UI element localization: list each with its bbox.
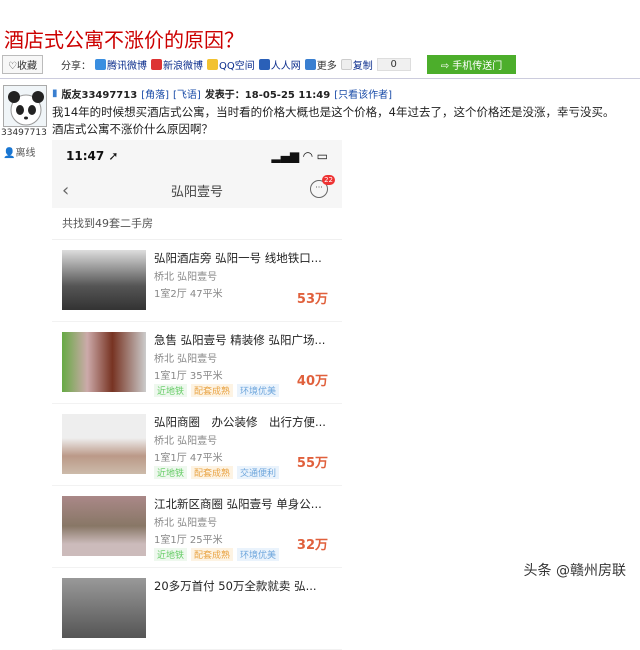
listing-price: 55万 xyxy=(296,456,328,471)
listing-item[interactable]: 江北新区商圈 弘阳壹号 单身公... 桥北 弘阳壹号 1室1厅 25平米 近地铁… xyxy=(52,486,342,568)
listing-location: 桥北 弘阳壹号 xyxy=(154,272,218,283)
mobile-send-button[interactable]: ⇨ 手机传送门 xyxy=(426,54,517,74)
toolbar: ♡收藏 分享： 腾讯微博 新浪微博 QQ空间 人人网 更多 复制 0 ⇨ 手机传… xyxy=(2,54,640,74)
listing-photo xyxy=(62,578,146,638)
share-sina-weibo[interactable]: 新浪微博 xyxy=(150,57,203,72)
feature-tag: 配套成熟 xyxy=(191,548,234,561)
status-time: 11:47 ➚ xyxy=(66,149,119,163)
listing-location: 桥北 弘阳壹号 xyxy=(154,436,218,447)
feature-tag: 交通便利 xyxy=(237,466,280,479)
listing-location: 桥北 弘阳壹号 xyxy=(154,354,218,365)
share-text: 腾讯微博 xyxy=(106,60,147,72)
listing-photo xyxy=(62,332,146,392)
feature-tag: 配套成熟 xyxy=(191,466,234,479)
qzone-star-icon xyxy=(206,58,218,70)
plus-icon xyxy=(304,58,316,70)
listing-info: 弘阳商圈 办公装修 出行方便... 桥北 弘阳壹号 1室1厅 47平米 近地铁配… xyxy=(154,414,334,485)
share-renren[interactable]: 人人网 xyxy=(258,57,301,72)
listing-info: 弘阳酒店旁 弘阳一号 线地铁口... 桥北 弘阳壹号 1室2厅 47平米 53万 xyxy=(154,250,334,321)
renren-icon xyxy=(258,58,270,70)
share-text: 人人网 xyxy=(270,60,301,72)
mobile-icon: ▮ xyxy=(52,88,58,99)
favorite-button[interactable]: ♡收藏 xyxy=(2,54,43,74)
listing-title: 急售 弘阳壹号 精装修 弘阳广场... xyxy=(154,333,326,347)
only-author-link[interactable]: [只看该作者] xyxy=(334,86,392,101)
listing-info: 急售 弘阳壹号 精装修 弘阳广场... 桥北 弘阳壹号 1室1厅 35平米 近地… xyxy=(154,332,334,403)
share-more[interactable]: 更多 xyxy=(304,57,337,72)
feature-tag: 配套成熟 xyxy=(191,384,234,397)
share-text: 新浪微博 xyxy=(162,60,203,72)
author-name[interactable]: 版友33497713 xyxy=(62,86,138,101)
back-chevron-icon[interactable]: ‹ xyxy=(62,180,69,201)
listing-photo xyxy=(62,250,146,310)
listing-item[interactable]: 20多万首付 50万全款就卖 弘... xyxy=(52,568,342,650)
message-badge: 22 xyxy=(322,175,335,185)
listing-item[interactable]: 弘阳酒店旁 弘阳一号 线地铁口... 桥北 弘阳壹号 1室2厅 47平米 53万 xyxy=(52,240,342,322)
copy-icon xyxy=(340,58,352,70)
feature-tag: 环境优美 xyxy=(237,548,280,561)
mobile-label: 手机传送门 xyxy=(452,60,503,72)
listing-price: 40万 xyxy=(296,374,328,389)
panda-avatar-icon xyxy=(8,91,44,126)
listing-info: 江北新区商圈 弘阳壹号 单身公... 桥北 弘阳壹号 1室1厅 25平米 近地铁… xyxy=(154,496,334,567)
listing-title: 弘阳酒店旁 弘阳一号 线地铁口... xyxy=(154,251,322,265)
user-status: 👤离线 xyxy=(3,148,36,159)
status-text: 离线 xyxy=(15,148,36,159)
post-text-line1: 我14年的时候想买酒店式公寓，当时看的价格大概也是这个价格，4年过去了，这个价格… xyxy=(52,105,615,119)
message-icon[interactable]: ··· 22 xyxy=(310,175,335,198)
listing-info: 20多万首付 50万全款就卖 弘... xyxy=(154,578,334,649)
post-time: 发表于：18-05-25 11:49 xyxy=(204,90,331,101)
share-text: 更多 xyxy=(316,60,337,72)
post-header: ▮ 版友33497713 [角落] [飞语] 发表于：18-05-25 11:4… xyxy=(52,86,392,101)
copy-label: 复制 xyxy=(352,60,373,72)
feature-tag: 近地铁 xyxy=(154,548,188,561)
share-tencent-weibo[interactable]: 腾讯微博 xyxy=(94,57,147,72)
listing-photo xyxy=(62,414,146,474)
user-id[interactable]: 33497713 xyxy=(1,128,47,138)
share-qzone[interactable]: QQ空间 xyxy=(206,57,255,72)
feature-tag: 环境优美 xyxy=(237,384,280,397)
listing-item[interactable]: 急售 弘阳壹号 精装修 弘阳广场... 桥北 弘阳壹号 1室1厅 35平米 近地… xyxy=(52,322,342,404)
time-text: 11:47 xyxy=(66,149,105,163)
tag-corner-link[interactable]: [角落] xyxy=(141,86,169,101)
nav-bar: ‹ 弘阳壹号 ··· 22 xyxy=(52,172,342,208)
page-title: 酒店式公寓不涨价的原因？ xyxy=(4,28,244,52)
result-count: 共找到49套二手房 xyxy=(52,208,342,240)
tag-feiyu-link[interactable]: [飞语] xyxy=(173,86,201,101)
signal-wifi-battery-icon: ▂▄▆ ◠ ▭ xyxy=(271,149,328,163)
listing-price: 53万 xyxy=(296,292,328,307)
listing-title: 江北新区商圈 弘阳壹号 单身公... xyxy=(154,497,322,511)
listing-item[interactable]: 弘阳商圈 办公装修 出行方便... 桥北 弘阳壹号 1室1厅 47平米 近地铁配… xyxy=(52,404,342,486)
watermark: 头条 @赣州房联 xyxy=(523,563,626,579)
tencent-weibo-icon xyxy=(94,58,106,70)
feature-tag: 近地铁 xyxy=(154,466,188,479)
listing-title: 20多万首付 50万全款就卖 弘... xyxy=(154,579,317,593)
sina-weibo-icon xyxy=(150,58,162,70)
feature-tag: 近地铁 xyxy=(154,384,188,397)
phone-screenshot: 11:47 ➚ ▂▄▆ ◠ ▭ ‹ 弘阳壹号 ··· 22 共找到49套二手房 弘阳… xyxy=(52,140,342,650)
status-bar: 11:47 ➚ ▂▄▆ ◠ ▭ xyxy=(52,140,342,172)
share-text: QQ空间 xyxy=(218,60,255,72)
post-text-line2: 酒店式公寓不涨价什么原因啊？ xyxy=(52,122,213,136)
avatar[interactable] xyxy=(3,85,47,127)
divider xyxy=(0,78,640,79)
share-label: 分享： xyxy=(60,60,91,72)
copy-button[interactable]: 复制 xyxy=(340,57,373,72)
listing-photo xyxy=(62,496,146,556)
listing-list: 弘阳酒店旁 弘阳一号 线地铁口... 桥北 弘阳壹号 1室2厅 47平米 53万… xyxy=(52,240,342,650)
share-count: 0 xyxy=(376,57,411,71)
listing-location: 桥北 弘阳壹号 xyxy=(154,518,218,529)
favorite-label: 收藏 xyxy=(16,60,37,72)
nav-title: 弘阳壹号 xyxy=(170,184,223,200)
listing-title: 弘阳商圈 办公装修 出行方便... xyxy=(154,415,326,429)
listing-price: 32万 xyxy=(296,538,328,553)
